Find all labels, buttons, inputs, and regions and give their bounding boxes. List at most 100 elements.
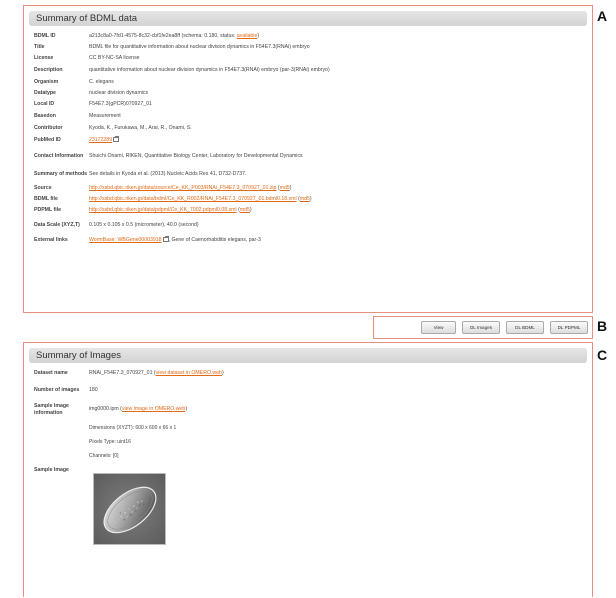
bdml-summary-header: Summary of BDML data xyxy=(29,11,587,26)
bdml-text: F54E7.3(gPCR)070927_01 xyxy=(89,101,152,108)
view-image-link[interactable]: view image in OMERO.web xyxy=(122,406,185,412)
bdml-text: a213c8a0-7fd1-4575-8c32-cbf1fe2ea8ff (sc… xyxy=(89,32,237,39)
panel-label-a: A xyxy=(597,8,608,24)
status-link[interactable]: available xyxy=(237,33,257,39)
embryo-dic-image xyxy=(94,474,165,544)
bdml-row-key: Data Scale (XYZ,T) xyxy=(34,221,80,228)
bdml-row-key: Title xyxy=(34,44,45,51)
bdml-row-value: C. elegans xyxy=(89,79,114,86)
md5-link[interactable]: md5 xyxy=(240,207,250,213)
bdml-text: Kyoda, K., Furukawa, M., Arai, R., Onami… xyxy=(89,124,192,131)
bdml-row-key: PubMed ID xyxy=(34,137,61,144)
bdml-row-value: Kyoda, K., Furukawa, M., Arai, R., Onami… xyxy=(89,125,192,132)
bdml-row-value: 23172289 xyxy=(89,136,120,144)
bdml-row: Summary of methods See details in Kyoda e… xyxy=(34,165,586,183)
bdml-row-value: WormBase: WBGene00003918 , Gene of Caenor… xyxy=(89,235,261,244)
bdml-row-value: BDML file for quantitative information a… xyxy=(89,44,310,51)
bdml-text: ) xyxy=(289,185,292,192)
bdml-text: BDML file for quantitative information a… xyxy=(89,44,310,51)
images-summary-table: Dataset name RNAi_F54E7.3_070927_01 (vie… xyxy=(34,367,586,477)
sample-image-key: Sample Image xyxy=(34,466,69,473)
bdml-row-key: Source xyxy=(34,185,52,192)
dataset-key: Dataset name xyxy=(34,370,68,377)
dataset-row: Dataset name RNAi_F54E7.3_070927_01 (vie… xyxy=(34,367,586,380)
image-count-row: Number of images 180 xyxy=(34,380,586,401)
images-summary-panel: Summary of Images Dataset name RNAi_F54E… xyxy=(23,342,593,597)
bdml-row: BDML file http://ssbd.qbic.riken.jp/data/… xyxy=(34,194,586,205)
bdml-link[interactable]: http://ssbd.qbic.riken.jp/data/pdpml/Ce_… xyxy=(89,207,237,213)
sample-info-key: Sample Image information xyxy=(34,403,69,416)
bdml-row-value: http://ssbd.qbic.riken.jp/data/bdml/Ce_K… xyxy=(89,196,312,203)
bdml-row: Local ID F54E7.3(gPCR)070927_01 xyxy=(34,99,586,110)
bdml-row: PDPML file http://ssbd.qbic.riken.jp/data… xyxy=(34,205,586,216)
bdml-row-value: quantitative information about nuclear d… xyxy=(89,67,330,74)
panel-label-c: C xyxy=(597,347,608,363)
md5-link[interactable]: md5 xyxy=(300,196,310,202)
bdml-row-key: Local ID xyxy=(34,101,55,108)
bdml-row-value: nuclear division dynamics xyxy=(89,90,148,97)
bdml-text: ) xyxy=(309,196,312,203)
dl-pdpml-button[interactable]: DL PDPML xyxy=(550,321,588,334)
bdml-text: Shuichi Onami, RIKEN, Quantitative Biolo… xyxy=(89,152,303,159)
bdml-row-value: Shuichi Onami, RIKEN, Quantitative Biolo… xyxy=(89,153,303,160)
pixels-row: Pixels Type: uint16 xyxy=(34,435,586,449)
sample-image-thumbnail[interactable] xyxy=(93,473,166,545)
bdml-row-key: License xyxy=(34,55,54,62)
dl-images-button[interactable]: DL Images xyxy=(462,321,500,334)
bdml-row: External links WormBase: WBGene00003918 , … xyxy=(34,234,586,246)
view-button[interactable]: View xyxy=(421,321,456,334)
bdml-text: quantitative information about nuclear d… xyxy=(89,66,330,73)
dataset-suffix: ) xyxy=(221,370,224,377)
bdml-row-key: External links xyxy=(34,236,68,243)
bdml-row: Basedon Measurement xyxy=(34,110,586,122)
bdml-row: BDML ID a213c8a0-7fd1-4575-8c32-cbf1fe2ea… xyxy=(34,30,586,42)
bdml-row-value: http://ssbd.qbic.riken.jp/data/source/Ce… xyxy=(89,185,291,192)
sample-info-row: Sample Image information img0000.ipm (vi… xyxy=(34,401,586,421)
dataset-value: RNAi_F54E7.3_070927_01 ( xyxy=(89,370,156,377)
bdml-row-value: F54E7.3(gPCR)070927_01 xyxy=(89,101,152,108)
bdml-link[interactable]: http://ssbd.qbic.riken.jp/data/bdml/Ce_K… xyxy=(89,196,297,202)
image-count-key: Number of images xyxy=(34,387,80,394)
bdml-row: Title BDML file for quantitative informat… xyxy=(34,42,586,53)
bdml-text: C. elegans xyxy=(89,78,114,85)
bdml-row: Organism C. elegans xyxy=(34,76,586,88)
bdml-row: Contributor Kyoda, K., Furukawa, M., Arai… xyxy=(34,122,586,134)
bdml-row-value: 0.105 x 0.105 x 0.5 (micrometer), 40.0 (… xyxy=(89,222,199,229)
action-button-bar: View DL Images DL BDML DL PDPML xyxy=(373,316,593,339)
sample-info-value: img0000.ipm ( xyxy=(89,406,122,412)
bdml-row-value: CC BY-NC-SA license xyxy=(89,55,140,62)
bdml-row-key: BDML file xyxy=(34,196,58,203)
external-link-icon[interactable] xyxy=(162,235,169,242)
bdml-row-value: See details in Kyoda et al. (2013) Nucle… xyxy=(89,171,246,178)
channels-value: Channels: [0] xyxy=(89,452,119,459)
bdml-text: nuclear division dynamics xyxy=(89,90,149,97)
bdml-row-value: http://ssbd.qbic.riken.jp/data/pdpml/Ce_… xyxy=(89,207,252,214)
bdml-row: PubMed ID 23172289 xyxy=(34,134,586,147)
dimensions-value: Dimensions (XYZT): 600 x 600 x 66 x 1 xyxy=(89,424,177,431)
bdml-row: Datatype nuclear division dynamics xyxy=(34,88,586,99)
bdml-link[interactable]: 23172289 xyxy=(89,137,112,143)
bdml-link[interactable]: WormBase: WBGene00003918 xyxy=(89,237,162,243)
bdml-row-key: Summary of methods xyxy=(34,170,88,177)
md5-link[interactable]: md5 xyxy=(280,185,290,191)
bdml-row: Description quantitative information abou… xyxy=(34,64,586,76)
bdml-text: ) xyxy=(257,32,260,39)
bdml-row-value: Measurement xyxy=(89,113,121,120)
external-link-icon[interactable] xyxy=(113,136,120,143)
pixels-value: Pixels Type: uint16 xyxy=(89,438,131,445)
bdml-row-key: Contributor xyxy=(34,124,63,131)
bdml-row-key: Basedon xyxy=(34,112,56,119)
dimensions-row: Dimensions (XYZT): 600 x 600 x 66 x 1 xyxy=(34,421,586,435)
images-summary-header: Summary of Images xyxy=(29,348,587,363)
bdml-row: License CC BY-NC-SA license xyxy=(34,53,586,64)
bdml-row: Data Scale (XYZ,T) 0.105 x 0.105 x 0.5 (m… xyxy=(34,216,586,234)
bdml-text: See details in Kyoda et al. (2013) Nucle… xyxy=(89,170,247,177)
bdml-link[interactable]: http://ssbd.qbic.riken.jp/data/source/Ce… xyxy=(89,185,276,191)
view-dataset-link[interactable]: view dataset in OMERO.web xyxy=(156,370,222,376)
bdml-summary-table: BDML ID a213c8a0-7fd1-4575-8c32-cbf1fe2ea… xyxy=(34,30,586,246)
dl-bdml-button[interactable]: DL BDML xyxy=(506,321,544,334)
bdml-row: Source http://ssbd.qbic.riken.jp/data/sou… xyxy=(34,183,586,194)
bdml-text: ) xyxy=(249,207,252,214)
bdml-row-key: Description xyxy=(34,66,63,73)
bdml-row: Contact Information Shuichi Onami, RIKEN,… xyxy=(34,147,586,165)
